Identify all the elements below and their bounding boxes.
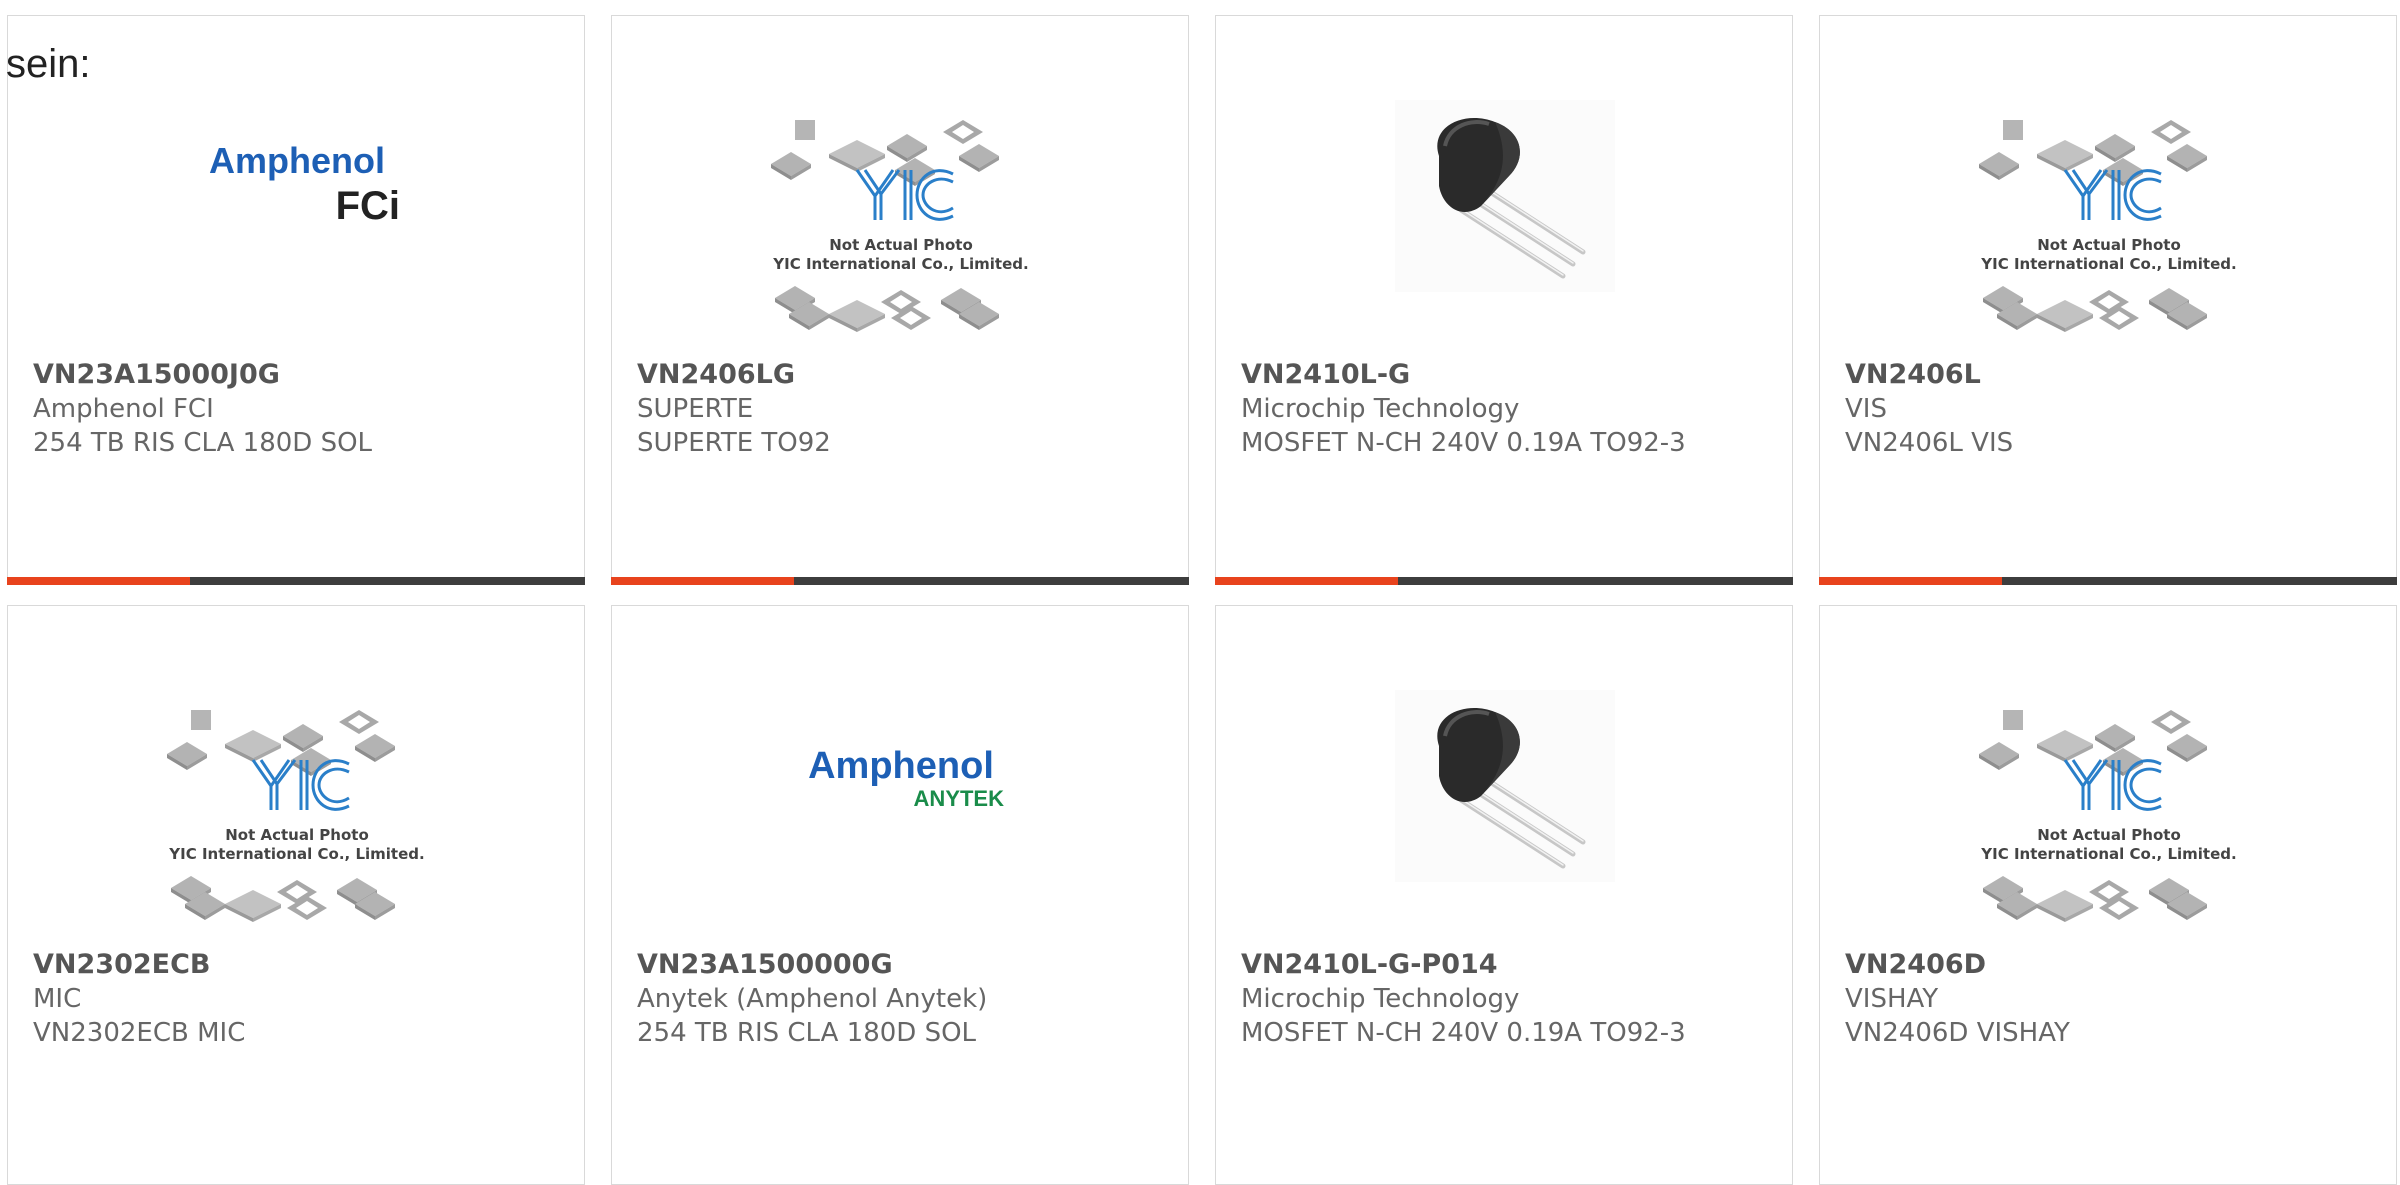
not-actual-photo-placeholder: Not Actual Photo YIC International Co., … xyxy=(1820,16,2396,346)
product-card-vn2410l-g-p014[interactable]: VN2410L-G-P014 Microchip Technology MOSF… xyxy=(1215,605,1793,1185)
svg-text:YIC International Co., Limited: YIC International Co., Limited. xyxy=(1980,845,2236,863)
not-actual-photo-placeholder: Not Actual Photo YIC International Co., … xyxy=(612,16,1188,346)
part-number[interactable]: VN2406LG xyxy=(637,358,1097,392)
manufacturer: SUPERTE xyxy=(637,394,754,424)
lead-text: sein: xyxy=(6,42,91,86)
svg-text:Amphenol: Amphenol xyxy=(808,745,994,787)
part-number[interactable]: VN2406L xyxy=(1845,358,2305,392)
part-number[interactable]: VN2406D xyxy=(1845,948,2305,982)
description: VN2406L VIS xyxy=(1845,428,2014,458)
svg-text:YIC International Co., Limited: YIC International Co., Limited. xyxy=(168,845,424,863)
svg-text:ANYTEK: ANYTEK xyxy=(914,786,1005,811)
amphenol-fci-logo: Amphenol FCi xyxy=(8,16,584,346)
svg-text:YIC International Co., Limited: YIC International Co., Limited. xyxy=(772,255,1028,273)
product-card-vn2302ecb[interactable]: Not Actual Photo YIC International Co., … xyxy=(7,605,585,1185)
svg-text:Not Actual Photo: Not Actual Photo xyxy=(2037,826,2181,844)
product-card-vn2410l-g[interactable]: VN2410L-G Microchip Technology MOSFET N-… xyxy=(1215,15,1793,585)
description: MOSFET N-CH 240V 0.19A TO92-3 xyxy=(1241,428,1686,458)
not-actual-photo-placeholder: Not Actual Photo YIC International Co., … xyxy=(8,606,584,936)
amphenol-anytek-logo: Amphenol ANYTEK xyxy=(612,606,1188,936)
card-footer-bar xyxy=(7,577,585,585)
manufacturer: Microchip Technology xyxy=(1241,394,1520,424)
manufacturer: Anytek (Amphenol Anytek) xyxy=(637,984,988,1014)
card-footer-bar xyxy=(1215,577,1793,585)
part-number[interactable]: VN23A15000J0G xyxy=(33,358,493,392)
description: 254 TB RIS CLA 180D SOL xyxy=(33,428,373,458)
description: SUPERTE TO92 xyxy=(637,428,831,458)
to92-transistor-image xyxy=(1216,606,1792,936)
product-card-vn23a1500000g[interactable]: Amphenol ANYTEK VN23A1500000G Anytek (Am… xyxy=(611,605,1189,1185)
svg-text:Not Actual Photo: Not Actual Photo xyxy=(829,236,973,254)
manufacturer: Microchip Technology xyxy=(1241,984,1520,1014)
part-number[interactable]: VN2410L-G-P014 xyxy=(1241,948,1701,982)
description: MOSFET N-CH 240V 0.19A TO92-3 xyxy=(1241,1018,1686,1048)
manufacturer: VIS xyxy=(1845,394,1887,424)
not-actual-photo-placeholder: Not Actual Photo YIC International Co., … xyxy=(1820,606,2396,936)
manufacturer: Amphenol FCI xyxy=(33,394,214,424)
product-card-vn2406d[interactable]: Not Actual Photo YIC International Co., … xyxy=(1819,605,2397,1185)
svg-text:Not Actual Photo: Not Actual Photo xyxy=(2037,236,2181,254)
to92-transistor-image xyxy=(1216,16,1792,346)
card-footer-bar xyxy=(1819,577,2397,585)
product-card-vn23a15000j0g[interactable]: Amphenol FCi VN23A15000J0G Amphenol FCI … xyxy=(7,15,585,585)
svg-text:Not Actual Photo: Not Actual Photo xyxy=(225,826,369,844)
description: VN2302ECB MIC xyxy=(33,1018,246,1048)
part-number[interactable]: VN2302ECB xyxy=(33,948,493,982)
part-number[interactable]: VN2410L-G xyxy=(1241,358,1701,392)
svg-text:FCi: FCi xyxy=(336,184,400,228)
svg-text:Amphenol: Amphenol xyxy=(209,140,385,181)
manufacturer: MIC xyxy=(33,984,82,1014)
svg-text:YIC International Co., Limited: YIC International Co., Limited. xyxy=(1980,255,2236,273)
product-card-vn2406lg[interactable]: Not Actual Photo YIC International Co., … xyxy=(611,15,1189,585)
description: VN2406D VISHAY xyxy=(1845,1018,2070,1048)
part-number[interactable]: VN23A1500000G xyxy=(637,948,1097,982)
description: 254 TB RIS CLA 180D SOL xyxy=(637,1018,977,1048)
card-footer-bar xyxy=(611,577,1189,585)
manufacturer: VISHAY xyxy=(1845,984,1939,1014)
product-card-vn2406l[interactable]: Not Actual Photo YIC International Co., … xyxy=(1819,15,2397,585)
